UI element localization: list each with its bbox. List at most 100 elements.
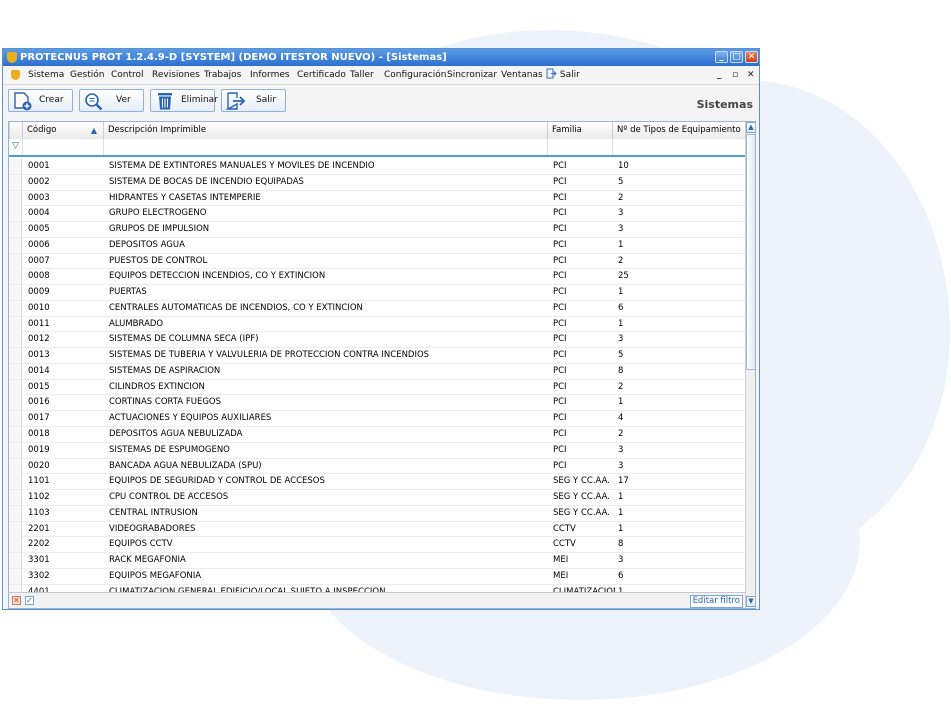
row-selector[interactable]	[9, 427, 22, 443]
table-row[interactable]: 0008 EQUIPOS DETECCION INCENDIOS, CO Y EX…	[9, 269, 745, 286]
row-selector[interactable]	[9, 474, 22, 490]
scroll-thumb[interactable]	[746, 134, 755, 370]
close-button[interactable]: ✕	[745, 51, 758, 63]
row-selector[interactable]	[9, 537, 22, 553]
row-selector[interactable]	[9, 332, 22, 348]
clear-filter-icon[interactable]: ✕	[12, 596, 21, 605]
table-row[interactable]: 0002 SISTEMA DE BOCAS DE INCENDIO EQUIPAD…	[9, 174, 745, 191]
row-selector[interactable]	[9, 363, 22, 379]
table-row[interactable]: 0005 GRUPOS DE IMPULSION PCI 3	[9, 222, 745, 238]
eliminar-button[interactable]: Eliminar	[150, 89, 218, 112]
minimize-button[interactable]: _	[715, 51, 728, 63]
menu-ventanas[interactable]: Ventanas	[501, 66, 543, 84]
row-selector[interactable]	[9, 505, 22, 521]
row-selector[interactable]	[9, 553, 22, 569]
vertical-scrollbar[interactable]: ▲ ▼	[745, 122, 755, 608]
menu-control[interactable]: Control	[111, 66, 144, 84]
crear-button[interactable]: Crear	[8, 89, 73, 112]
row-selector[interactable]	[9, 521, 22, 537]
menu-revisiones[interactable]: Revisiones	[152, 66, 200, 84]
filter-enabled-checkbox[interactable]: ✓	[25, 596, 34, 605]
row-selector[interactable]	[9, 300, 22, 316]
table-row[interactable]: 0016 CORTINAS CORTA FUEGOS PCI 1	[9, 395, 745, 412]
menu-trabajos[interactable]: Trabajos	[204, 66, 241, 84]
filter-icon[interactable]: ▽	[12, 141, 19, 151]
column-header-familia[interactable]: Familia	[547, 122, 612, 139]
table-row[interactable]: 2202 EQUIPOS CCTV CCTV 8	[9, 537, 745, 554]
table-row[interactable]: 0007 PUESTOS DE CONTROL PCI 2	[9, 253, 745, 270]
table-row[interactable]: 0009 PUERTAS PCI 1	[9, 285, 745, 301]
row-selector[interactable]	[9, 490, 22, 506]
cell-tipos: 1	[618, 492, 624, 503]
row-selector[interactable]	[9, 253, 22, 269]
row-selector[interactable]	[9, 395, 22, 411]
mdi-restore-button[interactable]: ▫	[732, 66, 738, 84]
table-row[interactable]: 0010 CENTRALES AUTOMATICAS DE INCENDIOS, …	[9, 300, 745, 317]
menu-taller[interactable]: Taller	[350, 66, 374, 84]
column-header-descripcion[interactable]: Descripción Imprimible	[103, 122, 547, 139]
row-selector[interactable]	[9, 379, 22, 395]
table-row[interactable]: 3301 RACK MEGAFONIA MEI 3	[9, 553, 745, 569]
row-selector[interactable]	[9, 174, 22, 190]
table-row[interactable]: 0003 HIDRANTES Y CASETAS INTEMPERIE PCI 2	[9, 190, 745, 207]
table-row[interactable]: 0015 CILINDROS EXTINCION PCI 2	[9, 379, 745, 396]
ver-button[interactable]: Ver	[79, 89, 144, 112]
menu-salir[interactable]: Salir	[546, 66, 580, 84]
data-grid: Código ▲ Descripción Imprimible Familia …	[8, 121, 756, 609]
row-selector[interactable]	[9, 458, 22, 474]
cell-codigo: 0014	[28, 365, 50, 376]
table-row[interactable]: 0020 BANCADA AGUA NEBULIZADA (SPU) PCI 3	[9, 458, 745, 475]
table-row[interactable]: 0001 SISTEMA DE EXTINTORES MANUALES Y MOV…	[9, 159, 745, 175]
salir-button[interactable]: Salir	[221, 89, 286, 112]
menu-sincronizar[interactable]: Sincronizar	[447, 66, 497, 84]
scroll-up-arrow-icon[interactable]: ▲	[746, 122, 755, 133]
table-row[interactable]: 0019 SISTEMAS DE ESPUMOGENO PCI 3	[9, 442, 745, 459]
table-row[interactable]: 0014 SISTEMAS DE ASPIRACION PCI 8	[9, 363, 745, 380]
row-selector[interactable]	[9, 285, 22, 301]
row-selector[interactable]	[9, 316, 22, 332]
table-row[interactable]: 0012 SISTEMAS DE COLUMNA SECA (IPF) PCI 3	[9, 332, 745, 349]
cell-descripcion: PUESTOS DE CONTROL	[109, 255, 208, 266]
table-row[interactable]: 2201 VIDEOGRABADORES CCTV 1	[9, 521, 745, 538]
maximize-button[interactable]: □	[730, 51, 743, 63]
filter-cell-familia[interactable]	[547, 139, 613, 155]
menu-sistema[interactable]: Sistema	[28, 66, 64, 84]
row-selector[interactable]	[9, 222, 22, 238]
row-selector[interactable]	[9, 568, 22, 584]
menu-configuracion[interactable]: Configuración	[384, 66, 446, 84]
table-row[interactable]: 0018 DEPOSITOS AGUA NEBULIZADA PCI 2	[9, 427, 745, 443]
row-selector[interactable]	[9, 348, 22, 364]
cell-descripcion: SISTEMA DE BOCAS DE INCENDIO EQUIPADAS	[109, 176, 304, 187]
table-row[interactable]: 0011 ALUMBRADO PCI 1	[9, 316, 745, 333]
row-selector[interactable]	[9, 206, 22, 222]
table-row[interactable]: 1102 CPU CONTROL DE ACCESOS SEG Y CC.AA. 1	[9, 490, 745, 506]
table-row[interactable]: 0004 GRUPO ELECTROGENO PCI 3	[9, 206, 745, 223]
filter-cell-codigo[interactable]	[22, 139, 104, 155]
table-row[interactable]: 0013 SISTEMAS DE TUBERIA Y VALVULERIA DE …	[9, 348, 745, 364]
filter-row[interactable]: ▽	[9, 139, 745, 157]
scroll-down-arrow-icon[interactable]: ▼	[746, 596, 755, 607]
edit-filter-button[interactable]: Editar filtro	[689, 595, 743, 608]
menu-certificado[interactable]: Certificado	[297, 66, 346, 84]
menu-informes[interactable]: Informes	[250, 66, 290, 84]
row-selector[interactable]	[9, 442, 22, 458]
row-selector[interactable]	[9, 269, 22, 285]
mdi-close-button[interactable]: ✕	[747, 66, 755, 84]
cell-codigo: 3302	[28, 570, 50, 581]
table-row[interactable]: 1103 CENTRAL INTRUSION SEG Y CC.AA. 1	[9, 505, 745, 522]
column-header-codigo[interactable]: Código ▲	[22, 122, 103, 139]
table-row[interactable]: 0017 ACTUACIONES Y EQUIPOS AUXILIARES PCI 4	[9, 411, 745, 428]
filter-cell-tipos[interactable]	[612, 139, 746, 155]
title-bar[interactable]: PROTECNUS PROT 1.2.4.9-D [SYSTEM] (DEMO …	[3, 49, 759, 66]
menu-gestion[interactable]: Gestión	[70, 66, 104, 84]
filter-cell-descripcion[interactable]	[103, 139, 548, 155]
column-header-tipos[interactable]: Nº de Tipos de Equipamiento	[612, 122, 745, 139]
row-selector[interactable]	[9, 411, 22, 427]
table-row[interactable]: 0006 DEPOSITOS AGUA PCI 1	[9, 237, 745, 254]
mdi-minimize-button[interactable]: _	[717, 66, 722, 84]
row-selector[interactable]	[9, 190, 22, 206]
table-row[interactable]: 3302 EQUIPOS MEGAFONIA MEI 6	[9, 568, 745, 585]
row-selector[interactable]	[9, 237, 22, 253]
table-row[interactable]: 1101 EQUIPOS DE SEGURIDAD Y CONTROL DE AC…	[9, 474, 745, 491]
row-selector[interactable]	[9, 159, 22, 174]
